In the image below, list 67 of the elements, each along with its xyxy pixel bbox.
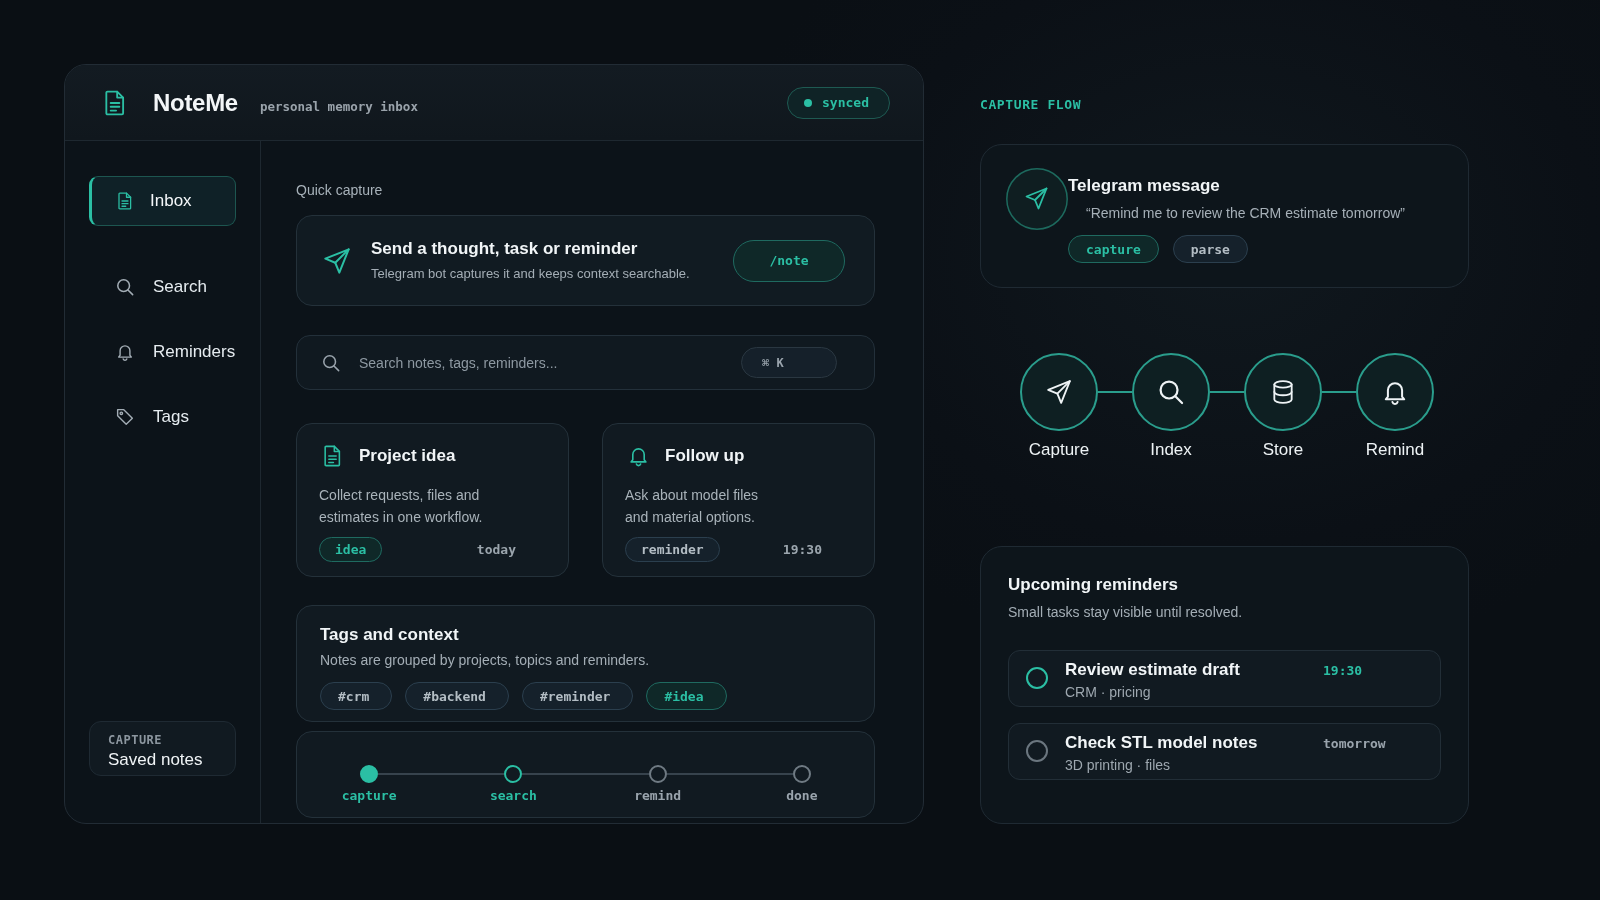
paper-plane-icon	[1046, 379, 1072, 405]
step-label: remind	[634, 788, 682, 804]
section-heading: CAPTURE FLOW	[980, 97, 1082, 113]
search-icon	[1158, 379, 1184, 405]
nav-item[interactable]: Reminders	[89, 327, 236, 377]
search-input[interactable]: Search notes, tags, reminders...	[359, 336, 729, 389]
step-label: capture	[341, 788, 397, 804]
message-title: Telegram message	[1068, 175, 1221, 197]
paper-plane-icon	[1006, 168, 1068, 230]
bell-icon	[116, 343, 134, 361]
card-title: Upcoming reminders	[1008, 574, 1180, 596]
database-icon	[1270, 379, 1296, 405]
stage-label: Remind	[1365, 440, 1425, 460]
paper-plane-icon	[323, 246, 351, 275]
stage-label: Capture	[1028, 440, 1090, 460]
card-title: Tags and context	[320, 624, 460, 646]
reminder-title: Check STL model notes	[1065, 733, 1259, 753]
card-description: Small tasks stay visible until resolved.	[1008, 603, 1244, 621]
card-title: Saved notes	[108, 749, 204, 770]
document-icon	[104, 89, 126, 116]
reminder-time: tomorrow	[1323, 735, 1386, 753]
tag-chip[interactable]: #crm	[320, 682, 393, 710]
stage-label: Index	[1150, 440, 1192, 460]
card-description: Notes are grouped by projects, topics and reminders.	[320, 651, 651, 669]
tag-chip[interactable]: idea	[319, 537, 383, 562]
search-field[interactable]: Search notes, tags, reminders... ⌘ K	[296, 335, 875, 390]
tag-chip[interactable]: #backend	[405, 682, 509, 710]
nav-item[interactable]: Tags	[89, 392, 236, 442]
note-text: Collect requests, files and estimates in one workflow.	[319, 486, 484, 527]
app-title: NoteMe	[153, 88, 238, 117]
reminder-time: 19:30	[1323, 662, 1363, 680]
step-label: search	[489, 788, 537, 804]
tag-icon	[116, 408, 134, 426]
reminder-meta: 3D printing · files	[1065, 756, 1172, 774]
search-icon	[116, 278, 134, 296]
note-time: today	[476, 542, 516, 557]
document-icon	[323, 445, 342, 467]
section-label: Quick capture	[296, 181, 384, 199]
tag-chip[interactable]: #reminder	[521, 682, 634, 710]
reminder-title: Review estimate draft	[1065, 660, 1241, 680]
note-text: Ask about model files and material options.	[625, 486, 760, 527]
card-title: Send a thought, task or reminder	[371, 238, 639, 260]
tag-chip[interactable]: capture	[1068, 235, 1159, 263]
note-title: Project idea	[359, 446, 456, 466]
saved-notes-card[interactable]: CAPTURE Saved notes	[89, 721, 236, 776]
stage-label: Store	[1262, 440, 1304, 460]
note-title: Follow up	[665, 446, 745, 466]
tag-chip[interactable]: parse	[1172, 235, 1248, 263]
search-icon	[322, 353, 340, 372]
app-subtitle: personal memory inbox	[259, 99, 418, 114]
bell-icon	[1382, 379, 1408, 405]
document-icon	[116, 192, 134, 210]
shortcut-badge: ⌘ K	[741, 347, 837, 378]
status-text: synced	[822, 95, 869, 110]
reminder-meta: CRM · pricing	[1065, 683, 1152, 701]
bell-icon	[629, 445, 648, 467]
note-time: 19:30	[782, 542, 822, 557]
nav-item[interactable]: Inbox	[89, 176, 236, 226]
message-quote: “Remind me to review the CRM estimate tomorrow”	[1085, 204, 1406, 222]
status-dot-icon	[804, 98, 813, 107]
tag-chip[interactable]: #idea	[646, 682, 727, 710]
card-caption: CAPTURE	[108, 733, 164, 748]
nav-item[interactable]: Search	[89, 262, 236, 312]
command-button[interactable]: /note	[733, 239, 845, 282]
card-description: Telegram bot captures it and keeps context searchable.	[371, 265, 691, 283]
tag-chip[interactable]: reminder	[625, 537, 720, 562]
step-label: done	[786, 788, 818, 804]
